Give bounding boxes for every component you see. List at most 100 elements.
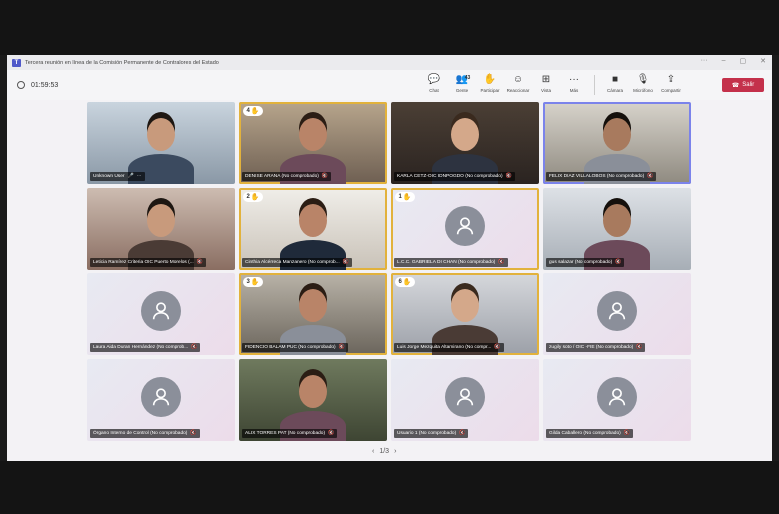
participant-name: Órgano Interno de Control (No comprobado…	[93, 430, 188, 436]
participant-name-label: Cinthia Alcérreca Manzanero (No comprob.…	[242, 257, 352, 267]
top-letterbox	[0, 0, 779, 55]
share-icon: ⇪	[666, 74, 676, 85]
participant-tile[interactable]: FELIX DIAZ VILLALOBOS (No comprobado) 🔇	[543, 102, 691, 184]
prev-page-icon[interactable]: ‹	[372, 448, 374, 455]
camera-button[interactable]: ■ Cámara	[604, 73, 626, 93]
default-avatar-icon	[141, 376, 181, 417]
default-avatar-icon	[597, 291, 637, 331]
raised-hand-badge: 1 ✋	[395, 191, 415, 202]
participant-tile[interactable]: 6 ✋ Luis Jorge Mezquita Altamirano (No com…	[391, 273, 539, 355]
more-options-icon[interactable]: ···	[701, 57, 708, 65]
mic-muted-icon: 🔇	[615, 258, 622, 265]
people-button[interactable]: 👥 43 Gente	[451, 73, 473, 93]
hand-icon: ✋	[483, 74, 497, 85]
participant-name: Gilda Caballero (No comprobado)	[549, 430, 621, 436]
participant-tile[interactable]: 1 ✋ L.C.C. GABRIELA DI CHAN (No comprobado…	[391, 187, 539, 270]
raised-hand-icon: ✋	[402, 279, 412, 286]
participant-name-label: L.C.C. GABRIELA DI CHAN (No comprobado) 🔇	[394, 257, 508, 267]
mic-muted-icon: 🔇	[459, 429, 466, 436]
participant-tile[interactable]: Usuario 1 (No comprobado) 🔇	[391, 358, 539, 441]
participant-grid: Unknown User 🎤 ··· 4 ✋ DENISE ARANA (No compr…	[87, 102, 691, 441]
participant-name: gus salazar (No comprobado)	[549, 259, 613, 265]
mic-muted-icon: 🔇	[342, 258, 349, 265]
raised-hand-badge: 4 ✋	[243, 106, 263, 116]
close-icon[interactable]: ✕	[760, 57, 766, 65]
participant-name: Cinthia Alcérreca Manzanero (No comprob.…	[245, 259, 340, 265]
participant-name-label: Usuario 1 (No comprobado) 🔇	[394, 428, 469, 438]
participant-tile[interactable]: Unknown User 🎤 ···	[87, 102, 235, 184]
mic-muted-icon: 🔇	[498, 258, 505, 265]
mic-muted-icon: 🔇	[505, 173, 512, 179]
participant-name: Unknown User	[93, 174, 125, 179]
participant-tile[interactable]: gus salazar (No comprobado) 🔇	[543, 187, 691, 270]
participant-name-label: FELIX DIAZ VILLALOBOS (No comprobado) 🔇	[546, 172, 657, 181]
shield-icon	[17, 81, 25, 89]
next-page-icon[interactable]: ›	[394, 448, 396, 455]
default-avatar-icon	[141, 291, 181, 331]
participant-name-label: zugily soto / OIC -FIE (No comprobado) 🔇	[546, 343, 646, 352]
meeting-toolbar: 01:59:53 💬 Chat 👥 43 Gente ✋ Participar ☺…	[7, 70, 772, 100]
participant-name-label: Gilda Caballero (No comprobado) 🔇	[546, 428, 633, 438]
share-button[interactable]: ⇪ Compartir	[660, 73, 682, 93]
mic-muted-icon: 🔇	[328, 429, 335, 436]
participant-tile[interactable]: Órgano Interno de Control (No comprobado…	[87, 358, 235, 441]
react-button[interactable]: ☺ Reaccionar	[507, 73, 530, 93]
default-avatar-icon	[445, 376, 485, 417]
page-indicator: 1/3	[379, 448, 390, 455]
more-options-icon[interactable]: ···	[137, 172, 142, 181]
title-bar: T Tercera reunión en línea de la Comisió…	[7, 55, 772, 70]
participant-tile[interactable]: Gilda Caballero (No comprobado) 🔇	[543, 358, 691, 441]
participant-tile[interactable]: 4 ✋ DENISE ARANA (No comprobado) 🔇	[239, 102, 387, 184]
mic-muted-icon: 🔇	[623, 429, 630, 436]
mic-muted-icon: 🔇	[321, 173, 329, 179]
participant-name: Usuario 1 (No comprobado)	[397, 430, 457, 436]
mic-muted-icon: 🔇	[636, 344, 643, 350]
mic-on-icon: 🎤	[127, 173, 134, 179]
ellipsis-icon: ···	[569, 74, 579, 85]
more-button[interactable]: ··· Más	[563, 73, 585, 93]
participant-name: KARLA CETZ-OIC IDNPOGDO (No comprobado)	[397, 174, 503, 179]
chat-icon: 💬	[427, 74, 441, 85]
smiley-icon: ☺	[512, 74, 524, 85]
participant-name-label: Luis Jorge Mezquita Altamirano (No compr…	[394, 343, 504, 352]
raised-hand-icon: ✋	[250, 108, 260, 115]
phone-hangup-icon: ☎	[731, 82, 740, 89]
participant-video-head	[451, 118, 479, 151]
participant-video-head	[603, 203, 631, 237]
people-count: 43	[464, 75, 471, 81]
default-avatar-icon	[597, 376, 637, 417]
participant-video-head	[299, 203, 327, 237]
microphone-button[interactable]: 🎙 Micrófono	[632, 73, 654, 93]
people-icon: 👥 43	[455, 74, 471, 85]
participant-tile[interactable]: KARLA CETZ-OIC IDNPOGDO (No comprobado) 🔇	[391, 102, 539, 184]
participant-tile[interactable]: ALIX TORRES PAT (No comprobado) 🔇	[239, 358, 387, 441]
bottom-letterbox	[0, 461, 779, 514]
leave-button[interactable]: ☎ Salir	[722, 78, 764, 92]
participant-video-head	[299, 118, 327, 151]
raised-hand-icon: ✋	[402, 193, 412, 201]
toolbar-divider	[594, 75, 595, 95]
participant-tile[interactable]: Leticia Ramírez Criteria OIC Puerto More…	[87, 187, 235, 270]
window-controls: ··· – ▢ ✕	[701, 57, 766, 65]
hand-queue-number: 1	[398, 193, 402, 200]
raise-hand-button[interactable]: ✋ Participar	[479, 73, 501, 93]
participant-tile[interactable]: zugily soto / OIC -FIE (No comprobado) 🔇	[543, 273, 691, 355]
participant-name-label: gus salazar (No comprobado) 🔇	[546, 257, 625, 267]
mic-muted-icon: 🔇	[190, 429, 197, 436]
participant-name: Laura Aida Duran Hernández (No comprob..…	[93, 345, 189, 350]
toolbar-buttons: 💬 Chat 👥 43 Gente ✋ Participar ☺ Reaccion…	[423, 73, 682, 95]
participant-video-head	[299, 374, 327, 408]
participant-video-head	[299, 289, 327, 322]
participant-tile[interactable]: Laura Aida Duran Hernández (No comprob..…	[87, 273, 235, 355]
participant-tile[interactable]: 2 ✋ Cinthia Alcérreca Manzanero (No compro…	[239, 187, 387, 270]
mic-muted-icon: 🔇	[196, 258, 203, 265]
participant-tile[interactable]: 3 ✋ FIDENCIO BALAM PUC (No comprobado) 🔇	[239, 273, 387, 355]
view-button[interactable]: ⊞ Vista	[535, 73, 557, 93]
hand-queue-number: 2	[246, 193, 250, 200]
minimize-icon[interactable]: –	[722, 57, 726, 65]
participant-name: L.C.C. GABRIELA DI CHAN (No comprobado)	[397, 259, 496, 265]
chat-button[interactable]: 💬 Chat	[423, 73, 445, 93]
maximize-icon[interactable]: ▢	[740, 57, 747, 65]
raised-hand-badge: 3 ✋	[243, 277, 263, 287]
raised-hand-badge: 2 ✋	[243, 191, 263, 202]
